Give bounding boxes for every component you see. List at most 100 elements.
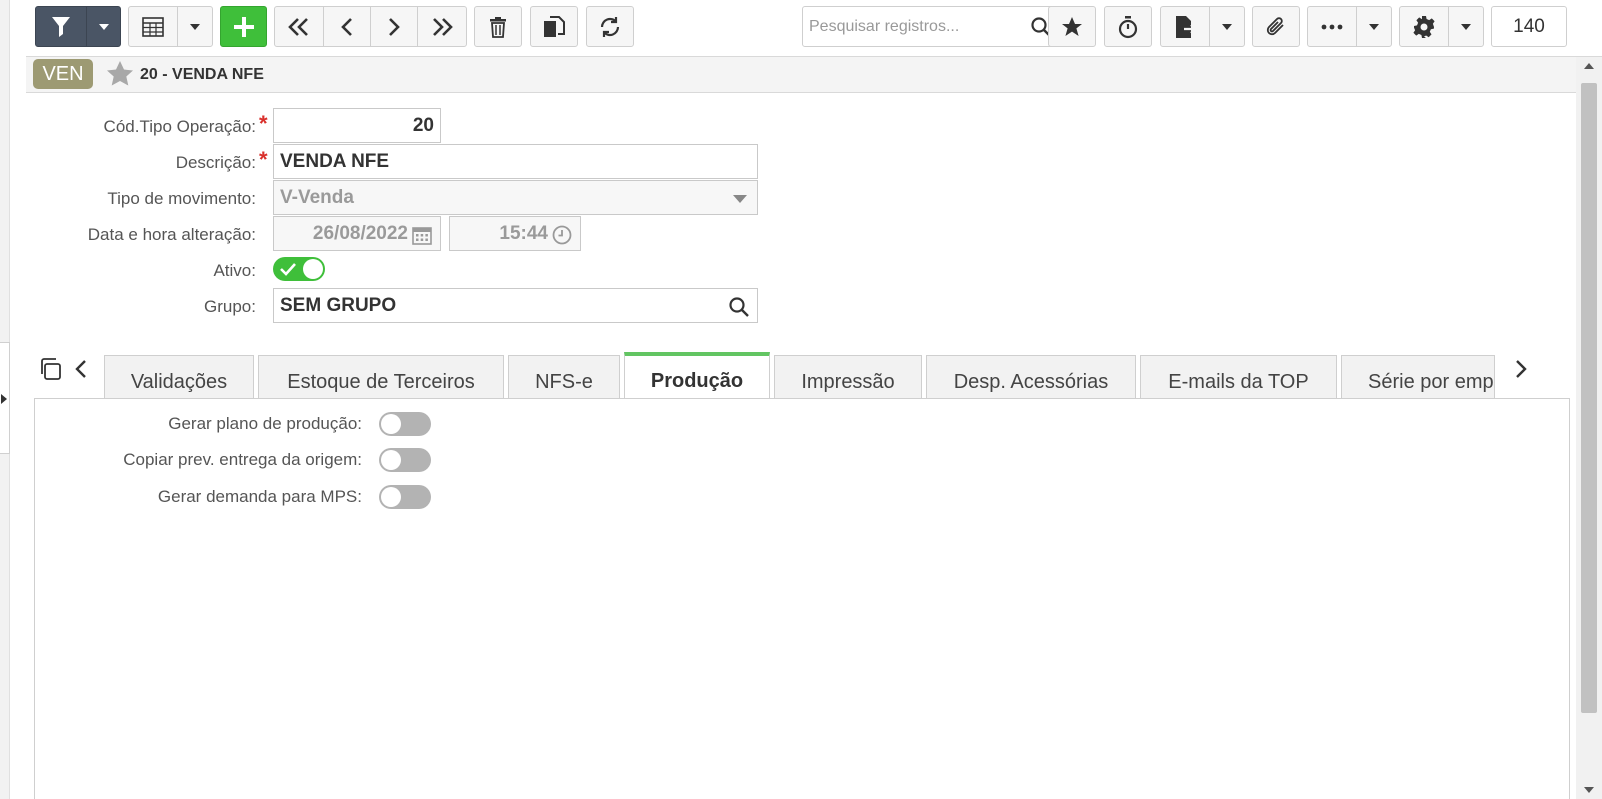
tab-emails-top[interactable]: E-mails da TOP <box>1140 355 1337 400</box>
grupo-value: SEM GRUPO <box>280 294 397 316</box>
tipo-movimento-select[interactable]: V-Venda <box>273 180 758 215</box>
data-hora-label: Data e hora alteração: <box>87 225 256 244</box>
tab-validacoes[interactable]: Validações <box>104 355 254 400</box>
chevron-down-icon <box>1222 23 1232 30</box>
tab-impressao[interactable]: Impressão <box>774 355 922 400</box>
grid-view-dropdown-button[interactable] <box>177 6 213 47</box>
cod-tipo-field[interactable]: 20 <box>273 108 441 143</box>
scroll-up-arrow-icon[interactable] <box>1584 63 1594 69</box>
settings-button[interactable] <box>1399 6 1449 47</box>
filter-dropdown-button[interactable] <box>86 6 121 47</box>
gerar-demanda-toggle[interactable] <box>379 485 431 509</box>
timer-button[interactable] <box>1104 6 1152 47</box>
tab-producao[interactable]: Produção <box>624 352 770 399</box>
refresh-button[interactable] <box>586 6 634 47</box>
double-chevron-left-icon <box>288 17 308 36</box>
copy-tabs-icon[interactable] <box>39 357 63 381</box>
settings-dropdown-button[interactable] <box>1448 6 1484 47</box>
required-marker: * <box>259 111 268 136</box>
more-actions-button[interactable] <box>1307 6 1357 47</box>
tab-nfse[interactable]: NFS-e <box>508 355 620 400</box>
attachments-button[interactable] <box>1252 6 1300 47</box>
export-dropdown-button[interactable] <box>1209 6 1245 47</box>
double-chevron-right-icon <box>433 17 453 36</box>
vertical-scrollbar[interactable] <box>1576 57 1602 799</box>
table-icon <box>142 16 164 37</box>
required-marker: * <box>259 147 268 172</box>
tab-scroll-right-icon[interactable] <box>1514 359 1528 379</box>
search-input[interactable] <box>809 7 1023 46</box>
toggle-knob <box>381 414 401 434</box>
date-field[interactable]: 26/08/2022 <box>273 216 441 251</box>
copiar-prev-label: Copiar prev. entrega da origem: <box>123 450 362 469</box>
chevron-down-icon <box>733 195 747 203</box>
tab-estoque-terceiros[interactable]: Estoque de Terceiros <box>258 355 504 400</box>
module-badge: VEN <box>33 59 93 89</box>
stopwatch-icon <box>1118 15 1138 38</box>
trash-icon <box>490 16 506 38</box>
time-field[interactable]: 15:44 <box>449 216 581 251</box>
grupo-label: Grupo: <box>204 297 256 316</box>
chevron-down-icon <box>98 23 109 30</box>
left-panel-expand-handle[interactable] <box>0 342 10 454</box>
clock-icon <box>552 225 572 245</box>
calendar-icon <box>412 227 432 245</box>
favorite-star-icon[interactable] <box>106 60 134 87</box>
delete-button[interactable] <box>474 6 522 47</box>
toolbar: 140 <box>26 0 1602 57</box>
gerar-demanda-label: Gerar demanda para MPS: <box>157 487 362 506</box>
favorites-button[interactable] <box>1048 6 1096 47</box>
duplicate-button[interactable] <box>530 6 578 47</box>
next-record-button[interactable] <box>370 6 418 47</box>
star-icon <box>1062 16 1082 36</box>
gerar-plano-label: Gerar plano de produção: <box>168 414 362 433</box>
scroll-thumb[interactable] <box>1581 83 1597 713</box>
last-record-button[interactable] <box>417 6 467 47</box>
chevron-down-icon <box>1369 23 1379 30</box>
search-icon[interactable] <box>729 297 749 317</box>
app-window: 140 VEN 20 - VENDA NFE Cód.Tipo Operação… <box>0 0 1602 799</box>
tipo-movimento-label: Tipo de movimento: <box>107 189 256 208</box>
ativo-toggle[interactable] <box>273 257 325 281</box>
previous-record-button[interactable] <box>323 6 371 47</box>
chevron-down-icon <box>1461 23 1471 30</box>
tab-scroll-left-icon[interactable] <box>74 359 88 379</box>
gear-icon <box>1413 15 1435 38</box>
scroll-down-arrow-icon[interactable] <box>1584 787 1594 793</box>
first-record-button[interactable] <box>274 6 324 47</box>
toggle-knob <box>381 487 401 507</box>
filter-button[interactable] <box>35 6 87 47</box>
check-icon <box>280 263 296 276</box>
copiar-prev-toggle[interactable] <box>379 448 431 472</box>
more-actions-dropdown-button[interactable] <box>1356 6 1392 47</box>
export-file-icon <box>1176 15 1196 38</box>
tab-serie-por-empresa[interactable]: Série por emp <box>1341 355 1495 400</box>
chevron-down-icon <box>190 23 200 30</box>
filter-icon <box>52 16 70 37</box>
grid-view-button[interactable] <box>128 6 178 47</box>
grupo-field[interactable]: SEM GRUPO <box>273 288 758 323</box>
producao-panel: Gerar plano de produção: Copiar prev. en… <box>34 398 1570 799</box>
export-button[interactable] <box>1160 6 1210 47</box>
tab-desp-acessorias[interactable]: Desp. Acessórias <box>926 355 1136 400</box>
cod-tipo-label: Cód.Tipo Operação: <box>103 117 256 136</box>
record-title: 20 - VENDA NFE <box>140 66 264 83</box>
search-box <box>802 6 1058 47</box>
expand-arrow-icon <box>1 394 7 404</box>
plus-icon <box>233 16 254 37</box>
add-record-button[interactable] <box>220 6 267 47</box>
refresh-icon <box>600 16 620 37</box>
record-count: 140 <box>1491 6 1567 47</box>
copy-icon <box>544 15 565 37</box>
tipo-movimento-value: V-Venda <box>280 186 354 208</box>
toggle-knob <box>381 450 401 470</box>
record-header: VEN 20 - VENDA NFE <box>26 57 1576 93</box>
chevron-left-icon <box>341 17 352 36</box>
descricao-label: Descrição: <box>175 153 256 172</box>
ativo-label: Ativo: <box>213 261 256 280</box>
time-value: 15:44 <box>499 222 548 244</box>
paperclip-icon <box>1266 16 1284 35</box>
descricao-field[interactable]: VENDA NFE <box>273 144 758 179</box>
tab-bar: Validações Estoque de Terceiros NFS-e Pr… <box>26 352 1576 400</box>
gerar-plano-toggle[interactable] <box>379 412 431 436</box>
